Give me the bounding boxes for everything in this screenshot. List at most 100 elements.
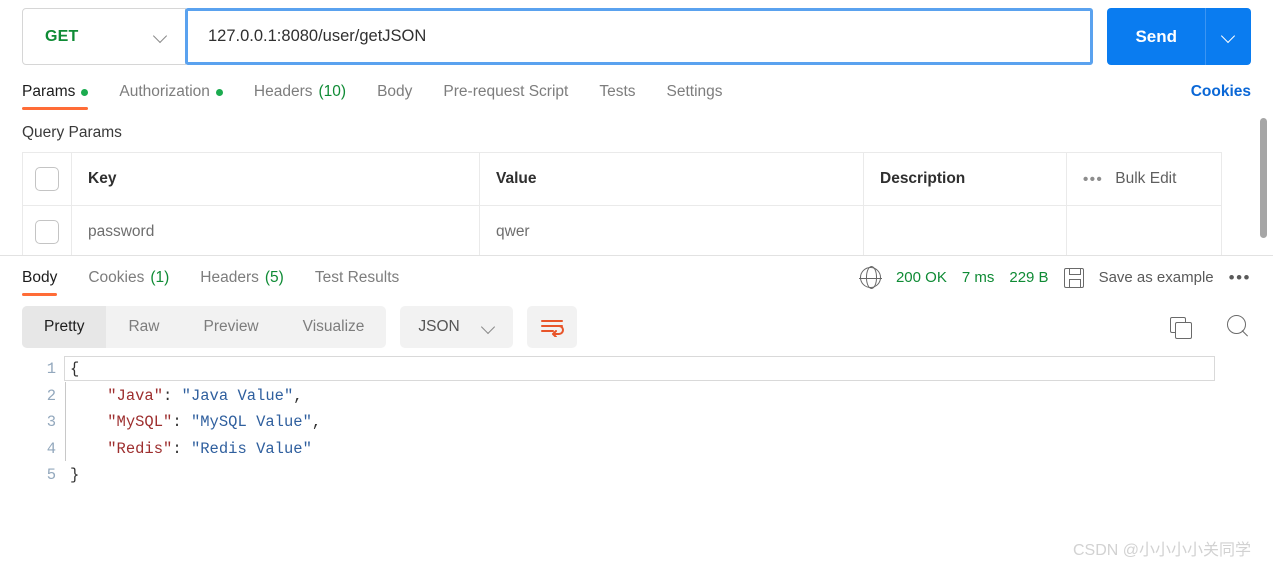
- view-mode-segmented-control: Pretty Raw Preview Visualize: [22, 306, 387, 348]
- view-mode-preview[interactable]: Preview: [182, 306, 281, 348]
- json-key: "MySQL": [107, 413, 173, 431]
- view-mode-raw[interactable]: Raw: [106, 306, 181, 348]
- word-wrap-button[interactable]: [526, 306, 577, 348]
- tab-label: Body: [377, 83, 413, 100]
- response-more-options-icon[interactable]: •••: [1229, 268, 1251, 288]
- json-content[interactable]: { "Java": "Java Value", "MySQL": "MySQL …: [64, 356, 1273, 489]
- line-number: 5: [46, 466, 56, 484]
- tab-modified-dot-icon: [81, 88, 89, 96]
- response-time: 7 ms: [961, 269, 995, 286]
- line-number: 3: [46, 413, 56, 431]
- tab-label: Authorization: [119, 83, 210, 100]
- search-icon[interactable]: [1227, 315, 1251, 339]
- request-tab-body[interactable]: Body: [377, 83, 412, 110]
- select-all-cell: [23, 153, 71, 205]
- tab-count: (5): [264, 269, 284, 286]
- url-input-container[interactable]: [185, 8, 1094, 65]
- response-meta: 200 OK 7 ms 229 B Save as example •••: [859, 266, 1251, 296]
- param-description-input[interactable]: [863, 206, 1066, 255]
- query-params-title: Query Params: [22, 124, 122, 141]
- column-header-value: Value: [479, 153, 863, 205]
- send-button-group: Send: [1107, 8, 1251, 65]
- select-all-checkbox[interactable]: [35, 167, 59, 191]
- tab-label: Pre-request Script: [443, 83, 569, 100]
- tab-count: (1): [150, 269, 170, 286]
- tab-label: Params: [22, 83, 76, 100]
- bulk-edit-button[interactable]: Bulk Edit: [1115, 170, 1176, 188]
- request-tab-params[interactable]: Params: [22, 83, 89, 110]
- copy-icon[interactable]: [1170, 316, 1192, 339]
- view-mode-visualize[interactable]: Visualize: [281, 306, 387, 348]
- tab-label: Test Results: [314, 269, 400, 286]
- json-code-block: 1 2 3 4 5 { "Java": "Java Value", "MySQL": "…: [0, 356, 1273, 489]
- response-tabs: Body Cookies (1) Headers (5) Test Results: [22, 269, 430, 296]
- code-line: "MySQL": "MySQL Value",: [70, 409, 1273, 436]
- watermark-text: CSDN @小小小小关同学: [1072, 542, 1251, 559]
- more-options-icon[interactable]: •••: [1083, 171, 1103, 188]
- json-colon: :: [172, 413, 191, 431]
- json-string-value: "Java Value": [181, 386, 294, 405]
- code-line: {: [70, 356, 1273, 383]
- param-value-input[interactable]: qwer: [479, 206, 863, 255]
- save-icon[interactable]: [1063, 267, 1084, 288]
- table-row: password qwer: [23, 205, 1221, 255]
- response-size: 229 B: [1009, 269, 1049, 286]
- table-header-row: Key Value Description ••• Bulk Edit: [23, 153, 1221, 205]
- response-tab-headers[interactable]: Headers (5): [200, 269, 284, 296]
- json-punctuation: }: [70, 466, 80, 484]
- request-tab-authorization[interactable]: Authorization: [119, 83, 223, 110]
- response-body-toolbar: Pretty Raw Preview Visualize JSON: [0, 296, 1273, 356]
- param-key-input[interactable]: password: [71, 206, 479, 255]
- chevron-down-icon: [1222, 30, 1235, 43]
- body-toolbar-actions: [1170, 315, 1251, 339]
- row-select-cell: [23, 206, 71, 255]
- row-actions-cell: [1066, 206, 1221, 255]
- json-punctuation: {: [70, 360, 80, 378]
- code-line: "Redis": "Redis Value": [70, 436, 1273, 463]
- json-punctuation: ,: [311, 413, 322, 431]
- response-tab-body[interactable]: Body: [22, 269, 58, 296]
- http-method-label: GET: [45, 27, 79, 45]
- tab-label: Settings: [666, 83, 723, 100]
- response-body-viewer: 1 2 3 4 5 { "Java": "Java Value", "MySQL": "…: [0, 356, 1273, 516]
- http-method-select[interactable]: GET: [22, 8, 186, 65]
- url-input[interactable]: [206, 26, 1073, 47]
- json-colon: :: [163, 386, 182, 405]
- tab-label: Tests: [599, 83, 636, 100]
- request-tab-settings[interactable]: Settings: [667, 83, 723, 110]
- request-tab-tests[interactable]: Tests: [599, 83, 635, 110]
- chevron-down-icon: [154, 30, 167, 43]
- tab-label: Cookies: [88, 269, 145, 286]
- code-line: "Java": "Java Value",: [70, 383, 1273, 410]
- chevron-down-icon: [482, 321, 495, 334]
- json-colon: :: [172, 439, 191, 458]
- response-tab-test-results[interactable]: Test Results: [315, 269, 399, 296]
- format-select[interactable]: JSON: [400, 306, 513, 348]
- request-tabs: Params Authorization Headers (10) Body Pre-re…: [0, 72, 1273, 110]
- bulk-edit-cell: ••• Bulk Edit: [1066, 153, 1221, 205]
- tab-label: Headers: [253, 83, 313, 100]
- response-tab-cookies[interactable]: Cookies (1): [88, 269, 169, 296]
- save-as-example-button[interactable]: Save as example: [1099, 269, 1214, 286]
- column-header-key: Key: [71, 153, 479, 205]
- request-tab-headers[interactable]: Headers (10): [254, 83, 346, 110]
- tab-count: (10): [318, 83, 347, 100]
- request-tab-pre-request-script[interactable]: Pre-request Script: [443, 83, 568, 110]
- row-checkbox[interactable]: [35, 220, 59, 244]
- globe-icon: [859, 266, 882, 289]
- view-mode-pretty[interactable]: Pretty: [22, 306, 107, 348]
- tab-label: Headers: [200, 269, 259, 286]
- send-button[interactable]: Send: [1107, 8, 1205, 65]
- status-badge: 200 OK: [895, 269, 947, 286]
- line-number-gutter: 1 2 3 4 5: [0, 356, 70, 489]
- line-number: 1: [46, 360, 56, 378]
- cookies-link[interactable]: Cookies: [1191, 83, 1251, 110]
- word-wrap-icon: [540, 320, 564, 337]
- params-scrollbar[interactable]: [1260, 118, 1267, 238]
- line-number: 4: [46, 439, 56, 458]
- json-string-value: "MySQL Value": [190, 413, 312, 431]
- send-options-button[interactable]: [1205, 8, 1251, 65]
